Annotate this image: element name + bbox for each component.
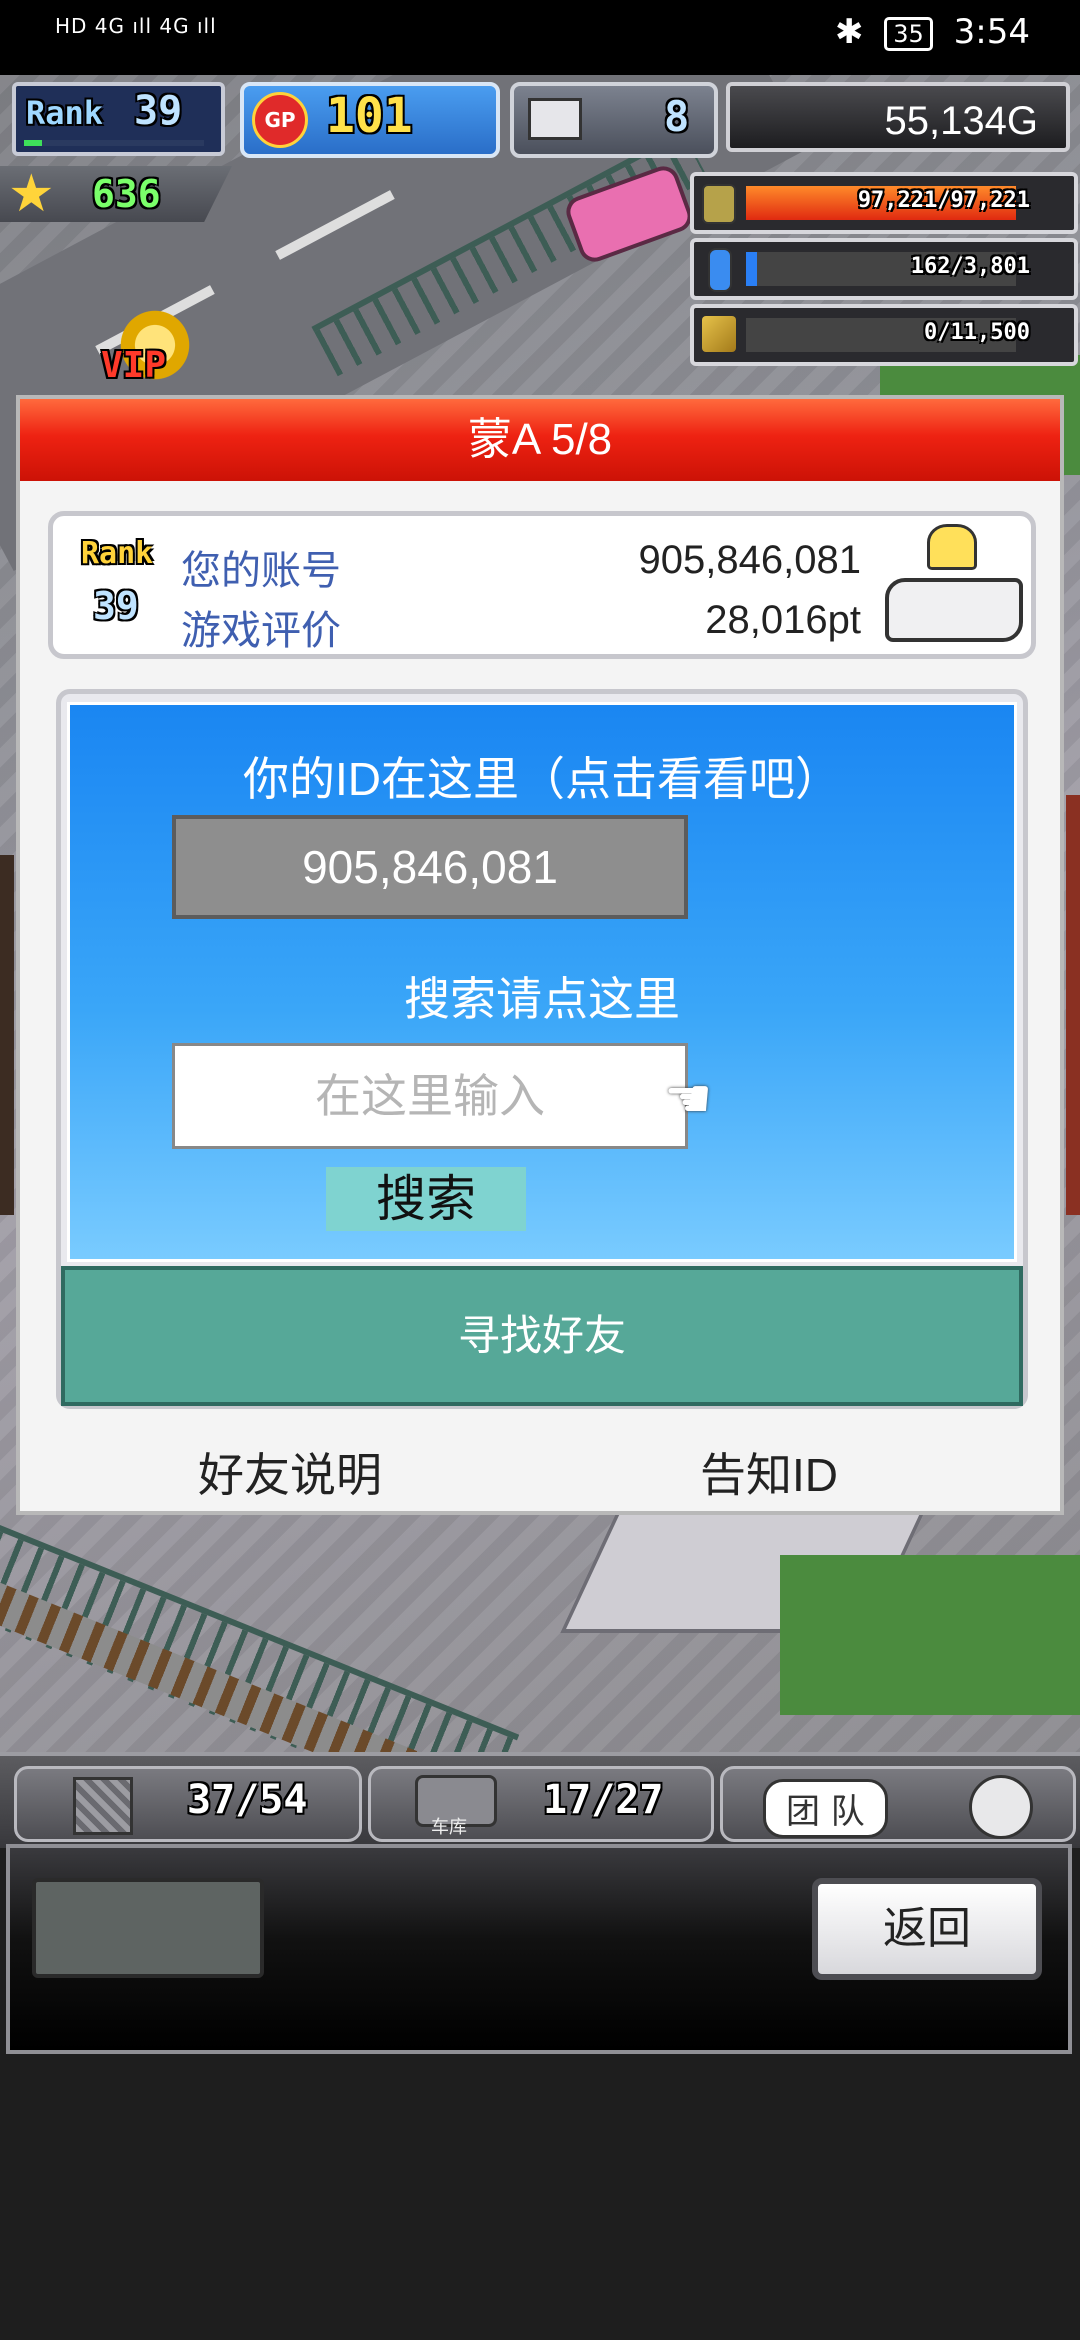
battery-icon: 35 bbox=[884, 16, 933, 51]
bottom-status-bar: 37/54 车库 17/27 团 队 bbox=[0, 1752, 1080, 1848]
vip-badge[interactable]: VIP bbox=[95, 305, 215, 386]
gp-value: 101 bbox=[326, 88, 413, 144]
rating-label: 游戏评价 bbox=[181, 609, 341, 653]
player-id-box[interactable]: 905,846,081 bbox=[172, 815, 688, 919]
item-count: 37/54 bbox=[187, 1777, 308, 1823]
gp-coin-icon: GP bbox=[252, 92, 308, 148]
computer-value: 8 bbox=[664, 92, 690, 141]
friend-dialog: 蒙A 5/8 Rank 39 您的账号 905,846,081 游戏评价 28,… bbox=[16, 395, 1064, 1515]
rating-value: 28,016pt bbox=[705, 598, 861, 642]
fuel-can-icon bbox=[702, 184, 736, 224]
account-label: 您的账号 bbox=[181, 549, 341, 593]
bluetooth-icon: ✱ bbox=[834, 12, 864, 52]
search-prompt: 搜索请点这里 bbox=[404, 973, 680, 1025]
bottom-panel: 返回 bbox=[6, 1844, 1072, 2054]
search-button[interactable]: 搜索 bbox=[326, 1167, 526, 1231]
grass-patch bbox=[780, 1555, 1080, 1715]
profile-card: Rank 39 您的账号 905,846,081 游戏评价 28,016pt bbox=[48, 511, 1036, 659]
team-label: 团 队 bbox=[763, 1779, 888, 1838]
team-avatar-icon bbox=[969, 1775, 1033, 1839]
gold-counter[interactable]: 55,134G bbox=[726, 82, 1070, 152]
resource-3-value: 0/11,500 bbox=[924, 320, 1030, 345]
star-counter[interactable]: ★ 636 bbox=[0, 166, 232, 222]
rank-label: Rank bbox=[26, 94, 104, 132]
wheat-icon bbox=[702, 316, 736, 352]
left-edge-structure bbox=[0, 855, 14, 1215]
right-edge-structure bbox=[1066, 795, 1080, 1215]
resource-bar-2-fill bbox=[746, 252, 757, 286]
empty-slot[interactable] bbox=[32, 1878, 264, 1978]
status-bar: HD 4G ıll 4G ıll ✱ 35 3:54 bbox=[0, 0, 1080, 75]
computer-indicator[interactable]: 8 bbox=[510, 82, 718, 158]
account-value: 905,846,081 bbox=[638, 538, 861, 582]
crate-icon bbox=[73, 1777, 133, 1835]
star-icon: ★ bbox=[8, 164, 55, 224]
resource-bar-3[interactable]: 0/11,500 bbox=[690, 304, 1078, 366]
racer-avatar bbox=[875, 522, 1025, 650]
find-friend-button[interactable]: 寻找好友 bbox=[61, 1266, 1023, 1406]
notify-id-link[interactable]: 告知ID bbox=[700, 1439, 838, 1505]
garage-label: 车库 bbox=[431, 1817, 467, 1838]
search-area: 你的ID在这里（点击看看吧） 905,846,081 搜索请点这里 ☚ 搜索 bbox=[67, 702, 1017, 1262]
rank-progress-bar bbox=[24, 140, 204, 146]
resource-1-value: 97,221/97,221 bbox=[857, 188, 1030, 213]
resource-bar-2[interactable]: 162/3,801 bbox=[690, 238, 1078, 300]
bottle-icon bbox=[708, 248, 732, 292]
race-car-icon bbox=[885, 578, 1023, 642]
pointing-hand-icon: ☚ bbox=[664, 1067, 713, 1130]
signal-indicators: HD 4G ıll 4G ıll bbox=[55, 14, 217, 38]
friend-id-search-input[interactable] bbox=[172, 1043, 688, 1149]
garage-count: 17/27 bbox=[543, 1777, 664, 1823]
rank-indicator[interactable]: Rank 39 bbox=[12, 82, 225, 156]
vip-label: VIP bbox=[101, 345, 167, 386]
gp-indicator[interactable]: GP 101 bbox=[240, 82, 500, 158]
star-value: 636 bbox=[92, 172, 161, 216]
back-button[interactable]: 返回 bbox=[812, 1878, 1042, 1980]
id-prompt: 你的ID在这里（点击看看吧） bbox=[243, 753, 841, 805]
search-panel: 你的ID在这里（点击看看吧） 905,846,081 搜索请点这里 ☚ 搜索 寻… bbox=[56, 689, 1028, 1409]
profile-rank-label: Rank bbox=[81, 536, 154, 571]
item-count-segment[interactable]: 37/54 bbox=[14, 1766, 362, 1842]
clock: 3:54 bbox=[953, 12, 1030, 52]
avatar-hair bbox=[927, 524, 977, 570]
dialog-title: 蒙A 5/8 bbox=[20, 399, 1060, 481]
profile-rank-value: 39 bbox=[93, 584, 139, 628]
team-segment[interactable]: 团 队 bbox=[720, 1766, 1076, 1842]
status-right: ✱ 35 3:54 bbox=[835, 12, 1030, 52]
friend-help-link[interactable]: 好友说明 bbox=[198, 1439, 382, 1505]
garage-count-segment[interactable]: 车库 17/27 bbox=[368, 1766, 714, 1842]
computer-icon bbox=[528, 98, 582, 140]
rank-value: 39 bbox=[134, 88, 183, 134]
rank-progress-fill bbox=[24, 140, 42, 146]
resource-bar-1[interactable]: 97,221/97,221 bbox=[690, 172, 1078, 234]
resource-2-value: 162/3,801 bbox=[910, 254, 1030, 279]
